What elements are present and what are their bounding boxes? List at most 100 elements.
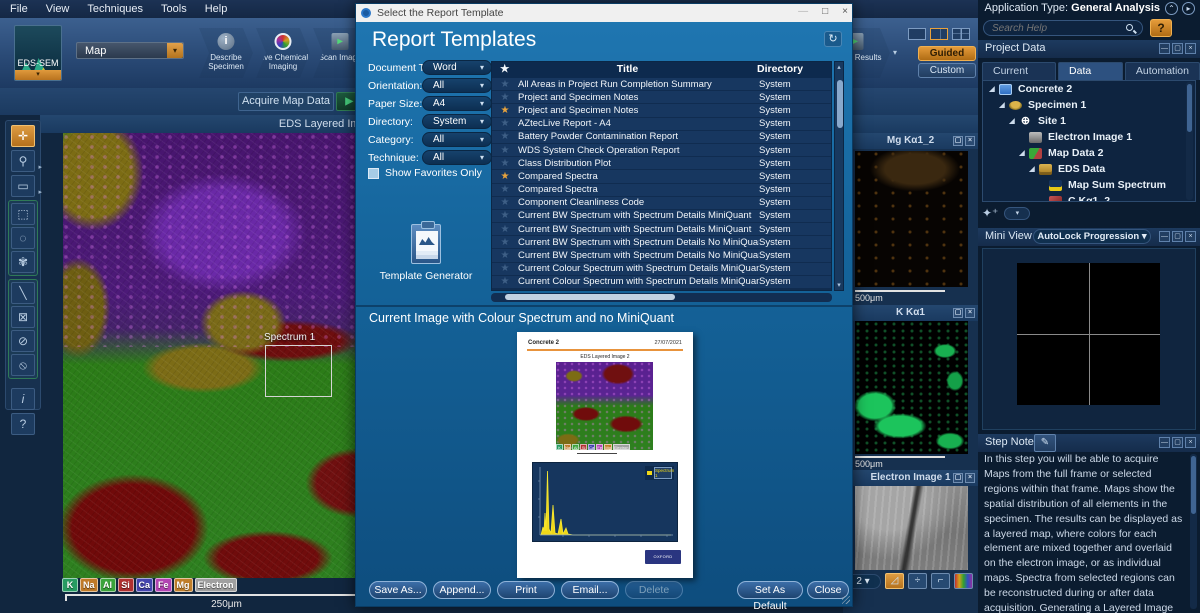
element-badge-na[interactable]: Na xyxy=(80,578,98,592)
template-row[interactable]: ★Class Distribution PlotSystem xyxy=(492,157,831,170)
custom-button[interactable]: Custom xyxy=(918,63,976,78)
expand-icon[interactable]: ▢ xyxy=(953,136,963,146)
layout-single-icon[interactable] xyxy=(908,28,926,40)
template-row[interactable]: ★Project and Specimen NotesSystem xyxy=(492,91,831,104)
template-row[interactable]: ★Compared SpectraSystem xyxy=(492,170,831,183)
append-button[interactable]: Append... xyxy=(433,581,491,599)
template-row[interactable]: ★Current BW Spectrum with Spectrum Detai… xyxy=(492,210,831,223)
set-as-default-button[interactable]: Set As Default xyxy=(737,581,803,599)
menu-view[interactable]: View xyxy=(46,3,70,15)
expand-icon[interactable]: ▢ xyxy=(1172,231,1183,242)
element-badge-k[interactable]: K xyxy=(62,578,78,592)
tab-automation[interactable]: Automation xyxy=(1125,62,1200,80)
auto-contrast-icon[interactable]: ÷ xyxy=(908,573,927,589)
workflow-step-live-chemical-imaging[interactable]: Live Chemical Imaging xyxy=(256,28,310,78)
mini-view-dropdown[interactable]: AutoLock Progression ▾ xyxy=(1033,229,1151,244)
expander-icon[interactable]: ◢ xyxy=(1027,165,1037,173)
menu-techniques[interactable]: Techniques xyxy=(87,3,143,15)
color-lut-icon[interactable] xyxy=(954,573,973,589)
favorite-star-icon[interactable]: ★ xyxy=(492,105,518,116)
minimize-icon[interactable]: — xyxy=(1159,231,1170,242)
element-badge-fe[interactable]: Fe xyxy=(155,578,172,592)
edit-notes-icon[interactable]: ✎ xyxy=(1034,434,1056,452)
autolock-progression-image[interactable] xyxy=(1017,263,1160,405)
favorite-star-icon[interactable]: ★ xyxy=(492,263,518,274)
element-badge-al[interactable]: Al xyxy=(100,578,116,592)
layout-split-icon[interactable] xyxy=(930,28,948,40)
email-button[interactable]: Email... xyxy=(561,581,619,599)
thumbnail-header-mg[interactable]: Mg Kα1_2 ▢× xyxy=(843,133,978,149)
search-input[interactable] xyxy=(983,20,1143,36)
filter-dropdown[interactable]: A4▾ xyxy=(422,96,492,111)
info-tool-icon[interactable]: i xyxy=(11,388,35,410)
close-icon[interactable]: × xyxy=(965,473,975,483)
template-row[interactable]: ★Project and Specimen NotesSystem xyxy=(492,104,831,117)
tree-options-dropdown[interactable]: ▾ xyxy=(1004,207,1030,220)
template-row[interactable]: ★Current Colour Spectrum with Spectrum D… xyxy=(492,276,831,289)
tree-item-electron-image-1[interactable]: Electron Image 1 xyxy=(983,129,1195,145)
table-vertical-scrollbar[interactable]: ▴ ▾ xyxy=(834,61,844,291)
remove-freehand-tool-icon[interactable]: ⦸ xyxy=(11,354,35,376)
collapse-chevron-button[interactable]: ⌃ xyxy=(1165,2,1178,15)
maximize-icon[interactable]: □ xyxy=(822,6,828,17)
template-row[interactable]: ★Compared SpectraSystem xyxy=(492,184,831,197)
close-icon[interactable]: × xyxy=(965,308,975,318)
close-icon[interactable]: × xyxy=(965,136,975,146)
element-badge-si[interactable]: Si xyxy=(118,578,134,592)
menu-file[interactable]: File xyxy=(10,3,28,15)
tree-item-map-data-2[interactable]: ◢Map Data 2 xyxy=(983,145,1195,161)
tab-data-tree[interactable]: Data Tree xyxy=(1058,62,1123,80)
tree-item-concrete-2[interactable]: ◢Concrete 2 xyxy=(983,81,1195,97)
tree-item-site-1[interactable]: ◢⊕Site 1 xyxy=(983,113,1195,129)
menu-help[interactable]: Help xyxy=(205,3,228,15)
show-favorites-checkbox[interactable] xyxy=(368,168,379,179)
layout-grid-icon[interactable] xyxy=(952,28,970,40)
guided-button[interactable]: Guided xyxy=(918,46,976,61)
favorite-star-icon[interactable]: ★ xyxy=(492,197,518,208)
zoom-region-tool-icon[interactable]: ▭▸ xyxy=(11,175,35,197)
play-button[interactable]: ▸ xyxy=(1182,2,1195,15)
favorite-star-icon[interactable]: ★ xyxy=(492,79,518,90)
expand-icon[interactable]: ▢ xyxy=(1172,43,1183,54)
favorite-star-icon[interactable]: ★ xyxy=(492,131,518,142)
close-icon[interactable]: × xyxy=(1185,437,1196,448)
levels-icon[interactable]: ◿ xyxy=(885,573,904,589)
close-icon[interactable]: × xyxy=(842,6,848,17)
help-tool-icon[interactable]: ? xyxy=(11,413,35,435)
favorite-star-icon[interactable]: ★ xyxy=(492,184,518,195)
point-tool-icon[interactable]: ╲ xyxy=(11,282,35,304)
element-badge-mg[interactable]: Mg xyxy=(174,578,193,592)
menu-tools[interactable]: Tools xyxy=(161,3,187,15)
thumbnail-header-k[interactable]: K Kα1 ▢× xyxy=(843,305,978,321)
workflow-step-describe-specimen[interactable]: i Describe Specimen xyxy=(199,28,253,78)
technique-tile-eds-sem[interactable]: EDS-SEM ▾ xyxy=(14,25,62,81)
flyout-arrow-icon[interactable]: ▸ xyxy=(38,183,42,203)
scrollbar-thumb[interactable] xyxy=(1187,84,1192,132)
filter-dropdown[interactable]: All▾ xyxy=(422,78,492,93)
favorite-star-icon[interactable]: ★ xyxy=(492,118,518,129)
tree-item-specimen-1[interactable]: ◢Specimen 1 xyxy=(983,97,1195,113)
expander-icon[interactable]: ◢ xyxy=(1007,117,1017,125)
favorite-star-icon[interactable]: ★ xyxy=(492,158,518,169)
filter-dropdown[interactable]: System▾ xyxy=(422,114,492,129)
template-row[interactable]: ★Current BW Spectrum with Spectrum Detai… xyxy=(492,249,831,262)
favorite-star-icon[interactable]: ★ xyxy=(492,210,518,221)
scrollbar-thumb[interactable] xyxy=(1191,456,1196,514)
favorite-star-icon[interactable]: ★ xyxy=(492,171,518,182)
template-row[interactable]: ★AZtecLive Report - A4System xyxy=(492,118,831,131)
template-row[interactable]: ★Current BW Spectrum with Spectrum Detai… xyxy=(492,236,831,249)
mg-map-thumbnail[interactable] xyxy=(855,151,968,287)
notes-scrollbar[interactable] xyxy=(1190,454,1197,609)
element-badge-ca[interactable]: Ca xyxy=(136,578,154,592)
template-row[interactable]: ★Battery Powder Contamination ReportSyst… xyxy=(492,131,831,144)
gamma-curve-icon[interactable]: ⌐ xyxy=(931,573,950,589)
tree-scrollbar[interactable] xyxy=(1186,82,1193,200)
k-map-thumbnail[interactable] xyxy=(855,321,968,454)
expand-icon[interactable]: ▢ xyxy=(953,473,963,483)
tree-item-eds-data[interactable]: ◢EDS Data xyxy=(983,161,1195,177)
table-horizontal-scrollbar[interactable] xyxy=(491,293,832,302)
expander-icon[interactable]: ◢ xyxy=(997,101,1007,109)
scroll-down-icon[interactable]: ▾ xyxy=(835,281,843,289)
refresh-icon[interactable]: ↻ xyxy=(824,31,842,47)
directory-column-header[interactable]: Directory xyxy=(757,63,803,75)
